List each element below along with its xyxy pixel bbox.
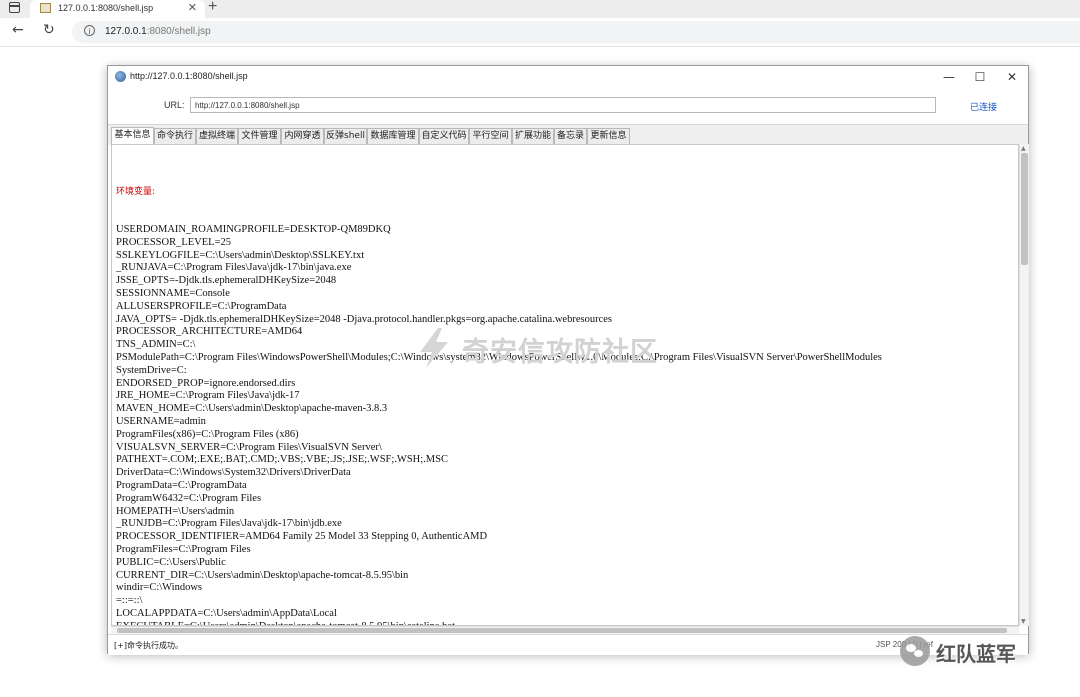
watermark-corner: 红队蓝军 bbox=[900, 634, 1050, 668]
vertical-scroll-thumb[interactable] bbox=[1021, 153, 1028, 265]
app-icon bbox=[115, 71, 126, 82]
tab-intranet-tunnel[interactable]: 内网穿透 bbox=[281, 128, 324, 144]
browser-tab-strip: 127.0.0.1:8080/shell.jsp ✕ + bbox=[0, 0, 1080, 18]
address-url[interactable]: 127.0.0.1:8080/shell.jsp bbox=[105, 26, 211, 37]
tab-file-manager[interactable]: 文件管理 bbox=[238, 128, 281, 144]
env-line: CURRENT_DIR=C:\Users\admin\Desktop\apach… bbox=[116, 569, 409, 581]
env-line: SSLKEYLOGFILE=C:\Users\admin\Desktop\SSL… bbox=[116, 249, 365, 261]
horizontal-scroll-thumb[interactable] bbox=[117, 628, 1007, 633]
env-line: PUBLIC=C:\Users\Public bbox=[116, 556, 226, 568]
env-line: JSSE_OPTS=-Djdk.tls.ephemeralDHKeySize=2… bbox=[116, 275, 337, 287]
tab-parallel-space[interactable]: 平行空间 bbox=[469, 128, 512, 144]
window-menu-icon[interactable] bbox=[9, 2, 20, 13]
watermark-corner-text: 红队蓝军 bbox=[936, 642, 1016, 666]
env-line: ProgramFiles(x86)=C:\Program Files (x86) bbox=[116, 428, 299, 440]
tab-updates[interactable]: 更新信息 bbox=[587, 128, 630, 144]
env-line: HOMEPATH=\Users\admin bbox=[116, 505, 235, 517]
env-section-header: 环境变量: bbox=[116, 186, 156, 197]
window-titlebar[interactable]: http://127.0.0.1:8080/shell.jsp — ☐ ✕ bbox=[108, 66, 1028, 88]
new-tab-button[interactable]: + bbox=[208, 0, 217, 16]
minimize-button[interactable]: — bbox=[934, 68, 964, 86]
function-tab-row: 基本信息 命令执行 虚拟终端 文件管理 内网穿透 反弹shell 数据库管理 自… bbox=[108, 124, 1028, 145]
env-line: PROCESSOR_IDENTIFIER=AMD64 Family 25 Mod… bbox=[116, 531, 488, 543]
url-row: URL: 已连接 bbox=[108, 88, 1028, 124]
env-output-text: 环境变量: USERDOMAIN_ROAMINGPROFILE=DESKTOP-… bbox=[116, 160, 882, 625]
wechat-logo-icon bbox=[900, 636, 930, 666]
env-line: USERDOMAIN_ROAMINGPROFILE=DESKTOP-QM89DK… bbox=[116, 223, 391, 235]
env-output-area[interactable]: 环境变量: USERDOMAIN_ROAMINGPROFILE=DESKTOP-… bbox=[111, 144, 1019, 626]
tab-reverse-shell[interactable]: 反弹shell bbox=[324, 128, 367, 144]
tab-extensions[interactable]: 扩展功能 bbox=[512, 128, 554, 144]
env-line: ENDORSED_PROP=ignore.endorsed.dirs bbox=[116, 377, 296, 389]
vertical-scrollbar[interactable]: ▲ ▼ bbox=[1019, 144, 1029, 626]
env-line: windir=C:\Windows bbox=[116, 582, 202, 594]
env-line: _RUNJDB=C:\Program Files\Java\jdk-17\bin… bbox=[116, 518, 342, 530]
tab-basic-info[interactable]: 基本信息 bbox=[111, 127, 154, 145]
maximize-button[interactable]: ☐ bbox=[965, 68, 995, 86]
watermark-center-text: 奇安信攻防社区 bbox=[462, 337, 658, 368]
tab-custom-code[interactable]: 自定义代码 bbox=[419, 128, 469, 144]
env-line: JRE_HOME=C:\Program Files\Java\jdk-17 bbox=[116, 390, 300, 402]
horizontal-scrollbar[interactable] bbox=[111, 626, 1019, 634]
env-line: =::=::\ bbox=[116, 595, 143, 607]
tab-command-exec[interactable]: 命令执行 bbox=[154, 128, 196, 144]
env-line: SESSIONNAME=Console bbox=[116, 287, 230, 299]
scroll-down-icon[interactable]: ▼ bbox=[1021, 618, 1026, 625]
env-line: ProgramW6432=C:\Program Files bbox=[116, 492, 262, 504]
env-line: ProgramFiles=C:\Program Files bbox=[116, 543, 251, 555]
env-line: ProgramData=C:\ProgramData bbox=[116, 479, 247, 491]
status-message: [+]命令执行成功。 bbox=[114, 641, 183, 650]
tab-virtual-terminal[interactable]: 虚拟终端 bbox=[196, 128, 238, 144]
env-line: MAVEN_HOME=C:\Users\admin\Desktop\apache… bbox=[116, 403, 388, 415]
back-arrow-icon[interactable]: ← bbox=[12, 22, 24, 38]
browser-toolbar: ← ↻ i 127.0.0.1:8080/shell.jsp bbox=[0, 18, 1080, 47]
browser-tab[interactable]: 127.0.0.1:8080/shell.jsp ✕ bbox=[30, 0, 205, 18]
env-line: PROCESSOR_LEVEL=25 bbox=[116, 236, 232, 248]
scroll-up-icon[interactable]: ▲ bbox=[1021, 145, 1026, 152]
address-host: 127.0.0.1 bbox=[105, 26, 147, 37]
close-window-button[interactable]: ✕ bbox=[997, 68, 1027, 86]
site-info-icon[interactable]: i bbox=[84, 25, 95, 36]
env-line: LOCALAPPDATA=C:\Users\admin\AppData\Loca… bbox=[116, 607, 337, 619]
reload-icon[interactable]: ↻ bbox=[43, 22, 55, 38]
env-line: PATHEXT=.COM;.EXE;.BAT;.CMD;.VBS;.VBE;.J… bbox=[116, 454, 448, 466]
env-line: JAVA_OPTS= -Djdk.tls.ephemeralDHKeySize=… bbox=[116, 313, 612, 325]
env-line: ALLUSERSPROFILE=C:\ProgramData bbox=[116, 300, 287, 312]
address-bar[interactable]: i 127.0.0.1:8080/shell.jsp bbox=[72, 21, 1080, 43]
env-line: DriverData=C:\Windows\System32\Drivers\D… bbox=[116, 467, 351, 479]
url-input[interactable] bbox=[190, 97, 936, 113]
env-line: VISUALSVN_SERVER=C:\Program Files\Visual… bbox=[116, 441, 382, 453]
url-label: URL: bbox=[164, 100, 185, 110]
window-title: http://127.0.0.1:8080/shell.jsp bbox=[130, 71, 248, 81]
connection-status: 已连接 bbox=[970, 103, 998, 113]
env-line: _RUNJAVA=C:\Program Files\Java\jdk-17\bi… bbox=[116, 262, 352, 274]
address-path: :8080/shell.jsp bbox=[146, 26, 211, 37]
tab-database-manager[interactable]: 数据库管理 bbox=[367, 128, 419, 144]
env-line: USERNAME=admin bbox=[116, 415, 206, 427]
browser-tab-title: 127.0.0.1:8080/shell.jsp bbox=[58, 3, 154, 13]
tab-memo[interactable]: 备忘录 bbox=[554, 128, 587, 144]
close-tab-icon[interactable]: ✕ bbox=[188, 1, 197, 14]
lightning-logo-icon bbox=[420, 328, 448, 368]
page-favicon-icon bbox=[40, 3, 51, 13]
status-bar: [+]命令执行成功。 JSP 200 | 0 | ref bbox=[108, 634, 1028, 655]
